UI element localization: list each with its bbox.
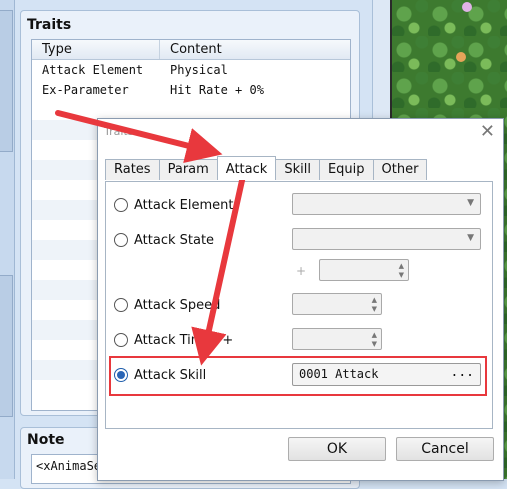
trait-type: Ex-Parameter [42, 83, 129, 97]
spinner-down-icon[interactable]: ▼ [399, 271, 404, 279]
attack-speed-radio[interactable] [114, 298, 128, 312]
spinner-up-icon[interactable]: ▲ [399, 262, 404, 270]
ok-button[interactable]: OK [288, 437, 386, 461]
table-row-empty[interactable] [32, 100, 350, 120]
tab-rates[interactable]: Rates [105, 159, 160, 180]
table-row[interactable]: Ex-Parameter Hit Rate + 0% [32, 80, 350, 100]
chevron-down-icon: ▼ [467, 233, 474, 243]
trait-type: Attack Element [42, 63, 144, 77]
attack-state-option[interactable]: Attack State [114, 229, 214, 251]
flower-tile [462, 2, 472, 12]
tab-skill[interactable]: Skill [275, 159, 320, 180]
left-panel-edge [0, 0, 15, 479]
spinner-up-icon[interactable]: ▲ [372, 331, 377, 339]
attack-element-select[interactable]: ▼ [292, 193, 481, 215]
attack-times-spinner[interactable]: ▲ ▼ [292, 328, 382, 350]
close-icon[interactable]: ✕ [480, 121, 495, 143]
attack-element-radio[interactable] [114, 198, 128, 212]
column-header-type: Type [32, 40, 160, 59]
trait-dialog: Traits ✕ Rates Param Attack Skill Equip … [97, 118, 504, 481]
table-row[interactable]: Attack Element Physical [32, 60, 350, 80]
tab-attack[interactable]: Attack [216, 156, 277, 180]
flower-tile [456, 52, 466, 62]
spinner-up-icon[interactable]: ▲ [372, 296, 377, 304]
attack-times-radio[interactable] [114, 333, 128, 347]
attack-speed-option[interactable]: Attack Speed [114, 294, 220, 316]
attack-element-option[interactable]: Attack Element [114, 194, 233, 216]
attack-state-select[interactable]: ▼ [292, 228, 481, 250]
left-panel-notch [0, 275, 13, 417]
attack-state-radio[interactable] [114, 233, 128, 247]
attack-element-label: Attack Element [134, 197, 234, 213]
trait-content: Physical [170, 63, 228, 77]
spinner-down-icon[interactable]: ▼ [372, 340, 377, 348]
dialog-title: Traits [104, 125, 134, 138]
tab-equip[interactable]: Equip [318, 159, 374, 180]
traits-title: Traits [27, 17, 72, 33]
left-panel-notch [0, 10, 13, 152]
chevron-down-icon: ▼ [467, 198, 474, 208]
tab-other[interactable]: Other [372, 159, 428, 180]
note-title: Note [27, 432, 65, 448]
trait-content: Hit Rate + 0% [170, 83, 264, 97]
attack-speed-spinner[interactable]: ▲ ▼ [292, 293, 382, 315]
attack-state-rate-spinner[interactable]: ▲ ▼ [319, 259, 409, 281]
attack-state-label: Attack State [134, 232, 215, 248]
traits-table-header: Type Content [32, 40, 350, 60]
plus-sign: + [296, 264, 307, 278]
column-header-content: Content [170, 42, 222, 57]
annotation-highlight-box [109, 356, 487, 396]
attack-speed-label: Attack Speed [134, 297, 221, 313]
cancel-button[interactable]: Cancel [396, 437, 494, 461]
tab-bar: Rates Param Attack Skill Equip Other [105, 156, 428, 181]
attack-times-label: Attack Times + [134, 332, 234, 348]
spinner-down-icon[interactable]: ▼ [372, 305, 377, 313]
attack-times-option[interactable]: Attack Times + [114, 329, 233, 351]
tab-param[interactable]: Param [158, 159, 218, 180]
